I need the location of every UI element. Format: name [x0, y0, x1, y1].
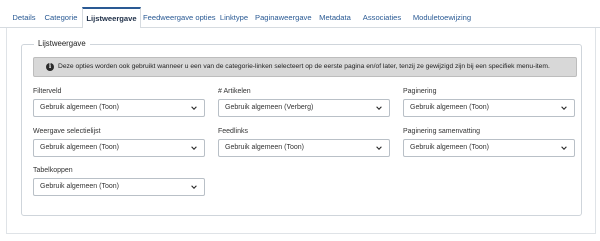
tab-linktype[interactable]: Linktype: [217, 10, 251, 28]
select-tabelkoppen[interactable]: Gebruik algemeen (Toon): [33, 178, 205, 196]
select-paginering-value: Gebruik algemeen (Toon): [410, 104, 489, 111]
select-tabelkoppen-value: Gebruik algemeen (Toon): [40, 183, 119, 190]
select-filterveld[interactable]: Gebruik algemeen (Toon): [33, 99, 205, 117]
chevron-down-icon: [191, 105, 197, 111]
fieldset-legend: Lijstweergave: [34, 38, 90, 50]
tab-metadata[interactable]: Metadata: [315, 10, 355, 28]
chevron-down-icon: [376, 105, 382, 111]
tab-lijstweergave[interactable]: Lijstweergave: [82, 7, 141, 29]
select-paginering-samenvatting[interactable]: Gebruik algemeen (Toon): [403, 139, 575, 157]
tab-associaties[interactable]: Associaties: [359, 10, 405, 28]
label-artikelen: # Artikelen: [218, 88, 251, 95]
info-alert: i Deze opties worden ook gebruikt wannee…: [33, 57, 577, 77]
tab-paginaweergave[interactable]: Paginaweergave: [255, 10, 312, 28]
tab-bar: Details Categorie Lijstweergave Feedweer…: [0, 0, 600, 29]
label-filterveld: Filterveld: [33, 88, 62, 95]
select-feedlinks[interactable]: Gebruik algemeen (Toon): [218, 139, 390, 157]
tab-categorie[interactable]: Categorie: [43, 10, 79, 28]
select-paginering[interactable]: Gebruik algemeen (Toon): [403, 99, 575, 117]
label-tabelkoppen: Tabelkoppen: [33, 167, 73, 174]
label-paginering-samenvatting: Paginering samenvatting: [403, 128, 481, 135]
select-artikelen-value: Gebruik algemeen (Verberg): [225, 104, 314, 111]
tab-details[interactable]: Details: [8, 10, 40, 28]
select-artikelen[interactable]: Gebruik algemeen (Verberg): [218, 99, 390, 117]
tab-moduletoewijzing[interactable]: Moduletoewijzing: [409, 10, 475, 28]
select-weergave-selectielijst[interactable]: Gebruik algemeen (Toon): [33, 139, 205, 157]
alert-text: Deze opties worden ook gebruikt wanneer …: [58, 63, 550, 70]
chevron-down-icon: [191, 145, 197, 151]
tab-feedweergave-opties[interactable]: Feedweergave opties: [143, 10, 216, 28]
chevron-down-icon: [376, 145, 382, 151]
chevron-down-icon: [561, 105, 567, 111]
select-weergave-selectielijst-value: Gebruik algemeen (Toon): [40, 144, 119, 151]
label-feedlinks: Feedlinks: [218, 128, 248, 135]
chevron-down-icon: [561, 145, 567, 151]
chevron-down-icon: [191, 184, 197, 190]
select-paginering-samenvatting-value: Gebruik algemeen (Toon): [410, 144, 489, 151]
select-feedlinks-value: Gebruik algemeen (Toon): [225, 144, 304, 151]
label-weergave-selectielijst: Weergave selectielijst: [33, 128, 101, 135]
label-paginering: Paginering: [403, 88, 437, 95]
info-icon: i: [46, 63, 54, 71]
select-filterveld-value: Gebruik algemeen (Toon): [40, 104, 119, 111]
